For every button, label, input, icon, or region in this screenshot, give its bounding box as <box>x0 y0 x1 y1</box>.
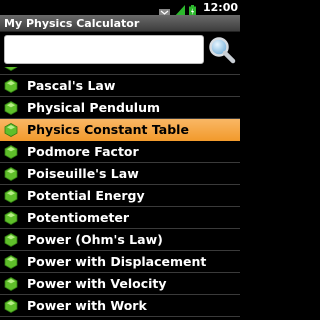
status-clock: 12:00 <box>202 1 238 14</box>
list-item[interactable]: Pascal's Law <box>0 75 240 97</box>
status-icons: 12:00 <box>158 1 238 17</box>
list-item[interactable]: Power with Work <box>0 295 240 317</box>
list-item-label: Pascal's Law <box>27 78 116 93</box>
title-bar: My Physics Calculator <box>0 15 240 32</box>
hexagon-icon <box>4 67 18 71</box>
list-item[interactable]: Power (Ohm's Law) <box>0 229 240 251</box>
list-item[interactable]: Potentiometer <box>0 207 240 229</box>
list-item-label: Podmore Factor <box>27 144 139 159</box>
hexagon-icon <box>4 101 18 115</box>
search-button[interactable] <box>207 35 237 65</box>
wifi-icon <box>158 2 170 17</box>
hexagon-icon <box>4 255 18 269</box>
list-item-label: Power (Ohm's Law) <box>27 232 163 247</box>
list-item[interactable]: Power with Displacement <box>0 251 240 273</box>
list-item-label: Power with Work <box>27 298 147 313</box>
list-item-label: Potential Energy <box>27 188 145 203</box>
list-item[interactable]: Power with Velocity <box>0 273 240 295</box>
hexagon-icon <box>4 211 18 225</box>
list-item-label: Potentiometer <box>27 210 130 225</box>
formula-list: Pascal's Law Physical Pendulum Physics Con… <box>0 67 240 320</box>
list-item[interactable]: Physical Pendulum <box>0 97 240 119</box>
list-item[interactable]: Potential Energy <box>0 185 240 207</box>
hexagon-icon <box>4 167 18 181</box>
hexagon-icon <box>4 277 18 291</box>
hexagon-icon <box>4 79 18 93</box>
signal-icon <box>173 2 185 17</box>
hexagon-icon <box>4 189 18 203</box>
list-item[interactable]: Podmore Factor <box>0 141 240 163</box>
hexagon-icon <box>4 145 18 159</box>
list-item-partial[interactable] <box>0 67 240 75</box>
list-item[interactable]: Physics Constant Table <box>0 119 240 141</box>
battery-icon <box>188 2 196 17</box>
search-bar <box>0 32 240 69</box>
list-item-label: Physical Pendulum <box>27 100 161 115</box>
search-input[interactable] <box>4 35 204 64</box>
list-item-label: Poiseuille's Law <box>27 166 139 181</box>
status-bar: 12:00 <box>0 0 240 17</box>
list-item-label: Physics Constant Table <box>27 122 189 137</box>
list-item[interactable]: Poiseuille's Law <box>0 163 240 185</box>
list-item-label: Power with Velocity <box>27 276 167 291</box>
list-item-label: Power with Displacement <box>27 254 207 269</box>
hexagon-icon <box>4 299 18 313</box>
app-title: My Physics Calculator <box>4 17 140 30</box>
hexagon-icon <box>4 233 18 247</box>
hexagon-icon <box>4 123 18 137</box>
